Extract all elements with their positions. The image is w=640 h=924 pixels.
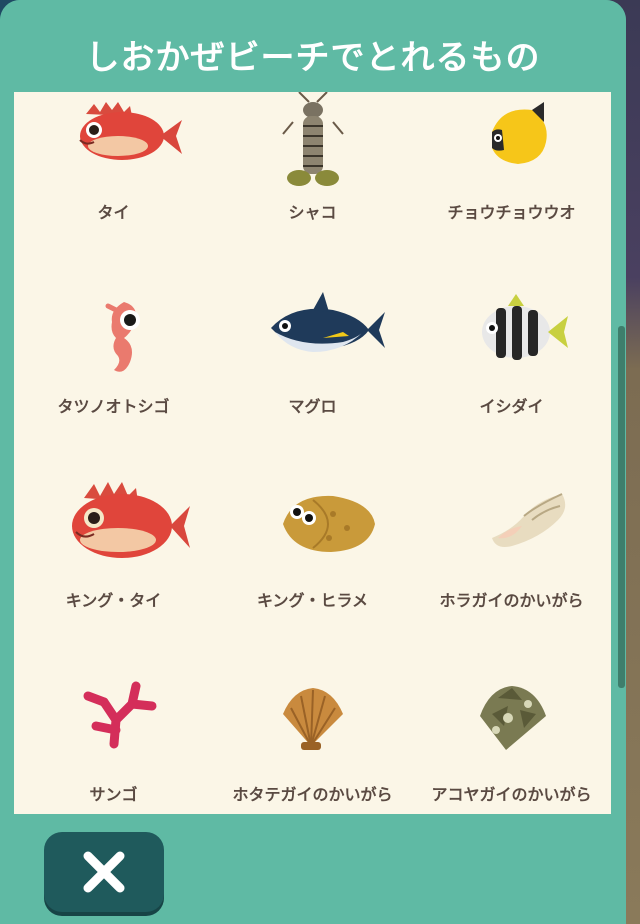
panel-header: しおかぜビーチでとれるもの	[0, 0, 626, 92]
item-label: マグロ	[288, 397, 337, 416]
item-grid[interactable]: タイ シャコ チョウチョウウオ タツノオトシゴ マグロ イシダイ キング・タイ …	[14, 92, 611, 814]
item-label: ホタテガイのかいがら	[232, 785, 393, 804]
grid-scrollbar[interactable]	[618, 326, 625, 688]
grid-item-red-snapper[interactable]: タイ	[14, 92, 213, 286]
close-button[interactable]	[44, 832, 164, 912]
grid-item-pearl-oyster-shell[interactable]: アコヤガイのかいがら	[412, 674, 611, 814]
item-label: チョウチョウウオ	[447, 203, 576, 222]
item-label: ホラガイのかいがら	[439, 591, 584, 610]
catch-list-panel: しおかぜビーチでとれるもの タイ シャコ チョウチョウウオ タツノオトシゴ マグ…	[0, 0, 626, 924]
grid-item-king-snapper[interactable]: キング・タイ	[14, 480, 213, 674]
grid-item-mantis-shrimp[interactable]: シャコ	[213, 92, 412, 286]
grid-item-butterflyfish[interactable]: チョウチョウウオ	[412, 92, 611, 286]
item-label: アコヤガイのかいがら	[431, 785, 592, 804]
grid-item-coral[interactable]: サンゴ	[14, 674, 213, 814]
item-label: シャコ	[288, 203, 337, 222]
item-label: キング・ヒラメ	[256, 591, 369, 610]
grid-item-king-flounder[interactable]: キング・ヒラメ	[213, 480, 412, 674]
close-icon	[83, 851, 125, 893]
grid-item-striped-beakfish[interactable]: イシダイ	[412, 286, 611, 480]
grid-item-tuna[interactable]: マグロ	[213, 286, 412, 480]
item-label: キング・タイ	[65, 591, 162, 610]
grid-item-seahorse[interactable]: タツノオトシゴ	[14, 286, 213, 480]
item-label: タイ	[97, 203, 130, 222]
item-label: タツノオトシゴ	[57, 397, 170, 416]
item-label: サンゴ	[89, 785, 138, 804]
grid-item-scallop-shell[interactable]: ホタテガイのかいがら	[213, 674, 412, 814]
panel-title: しおかぜビーチでとれるもの	[85, 38, 541, 78]
item-label: イシダイ	[479, 397, 544, 416]
grid-item-conch-shell[interactable]: ホラガイのかいがら	[412, 480, 611, 674]
